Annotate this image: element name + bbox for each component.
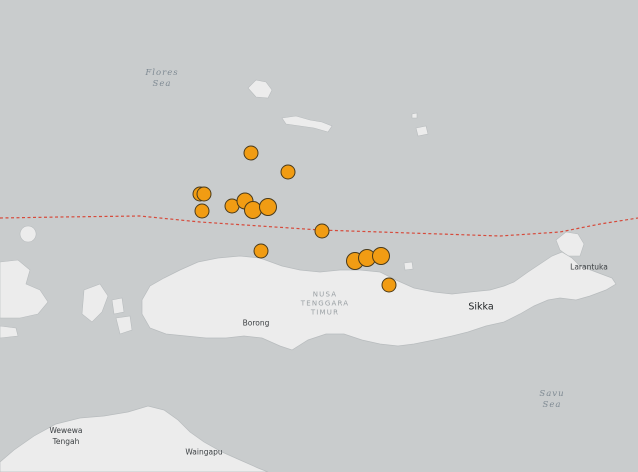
earthquake-marker[interactable] <box>314 223 330 239</box>
island <box>0 325 19 339</box>
island <box>247 79 273 99</box>
island <box>281 115 333 133</box>
savu-sea-label: Savu Sea <box>539 389 565 410</box>
earthquake-marker[interactable] <box>194 203 210 219</box>
island <box>81 283 109 323</box>
flores-sea-label: Flores Sea <box>145 68 179 89</box>
map-canvas[interactable]: Flores Sea Savu Sea NUSA TENGGARA TIMUR … <box>0 0 638 472</box>
island <box>415 125 429 137</box>
earthquake-marker[interactable] <box>253 243 269 259</box>
island <box>403 261 414 271</box>
city-label-sikka: Sikka <box>468 301 494 313</box>
earthquake-marker[interactable] <box>381 277 397 293</box>
earthquake-marker[interactable] <box>243 145 259 161</box>
island-west <box>0 259 49 319</box>
island <box>411 112 418 119</box>
town-label-larantuka: Larantuka <box>570 262 608 272</box>
island <box>111 297 125 315</box>
region-label: NUSA TENGGARA TIMUR <box>300 290 350 317</box>
town-label-waingapu: Waingapu <box>185 447 223 457</box>
town-label-wewewa-tengah: Wewewa Tengah <box>49 426 83 446</box>
earthquake-marker[interactable] <box>372 247 390 265</box>
island <box>19 225 37 243</box>
earthquake-marker[interactable] <box>280 164 296 180</box>
earthquake-marker[interactable] <box>259 198 277 216</box>
island <box>115 315 133 335</box>
flores-island <box>141 251 617 351</box>
town-label-borong: Borong <box>242 318 270 328</box>
earthquake-marker[interactable] <box>196 186 212 202</box>
